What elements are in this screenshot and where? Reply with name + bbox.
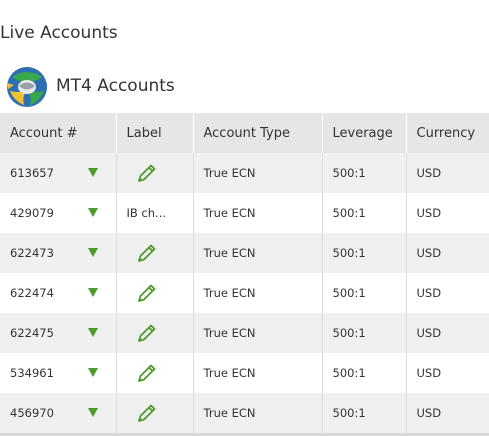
account-number: 622474: [10, 286, 54, 300]
label-cell: [116, 233, 194, 273]
currency-cell: USD: [406, 313, 489, 353]
currency-cell: USD: [406, 193, 489, 233]
table-row: 456970 True ECN 500:1 USD: [0, 393, 489, 433]
chevron-down-icon[interactable]: [88, 208, 98, 217]
page-title: Live Accounts: [0, 23, 118, 43]
account-label[interactable]: IB ch...: [127, 206, 167, 220]
account-number-cell: 622473: [0, 233, 117, 273]
chevron-down-icon[interactable]: [88, 288, 98, 297]
table-row: 622473 True ECN 500:1 USD: [0, 233, 489, 273]
currency-cell: USD: [406, 233, 489, 273]
label-cell: IB ch...: [116, 193, 194, 233]
account-type-cell: True ECN: [193, 153, 323, 193]
column-header-currency[interactable]: Currency: [406, 113, 489, 153]
mt4-accounts-title: MT4 Accounts: [56, 76, 175, 96]
leverage-cell: 500:1: [322, 353, 407, 393]
account-type-cell: True ECN: [193, 273, 323, 313]
pencil-icon[interactable]: [135, 241, 159, 265]
metatrader4-logo-icon: [7, 67, 47, 107]
accounts-table: Account # Label Account Type Leverage Cu…: [0, 113, 489, 433]
column-header-label[interactable]: Label: [116, 113, 194, 153]
chevron-down-icon[interactable]: [88, 368, 98, 377]
column-header-account-type[interactable]: Account Type: [193, 113, 323, 153]
label-cell: [116, 313, 194, 353]
column-header-leverage[interactable]: Leverage: [322, 113, 407, 153]
pencil-icon[interactable]: [135, 161, 159, 185]
account-number: 456970: [10, 406, 54, 420]
account-number: 622475: [10, 326, 54, 340]
chevron-down-icon[interactable]: [88, 168, 98, 177]
label-cell: [116, 353, 194, 393]
table-row: 534961 True ECN 500:1 USD: [0, 353, 489, 393]
account-number: 622473: [10, 246, 54, 260]
pencil-icon[interactable]: [135, 281, 159, 305]
account-number: 613657: [10, 166, 54, 180]
mt4-accounts-header: MT4 Accounts: [4, 60, 175, 112]
table-row: 622475 True ECN 500:1 USD: [0, 313, 489, 353]
leverage-cell: 500:1: [322, 233, 407, 273]
pencil-icon[interactable]: [135, 321, 159, 345]
account-type-cell: True ECN: [193, 393, 323, 433]
account-type-cell: True ECN: [193, 353, 323, 393]
account-type-cell: True ECN: [193, 233, 323, 273]
account-number-cell: 613657: [0, 153, 117, 193]
pencil-icon[interactable]: [135, 361, 159, 385]
leverage-cell: 500:1: [322, 393, 407, 433]
leverage-cell: 500:1: [322, 273, 407, 313]
table-row: 429079 IB ch... True ECN 500:1 USD: [0, 193, 489, 233]
chevron-down-icon[interactable]: [88, 408, 98, 417]
currency-cell: USD: [406, 393, 489, 433]
currency-cell: USD: [406, 273, 489, 313]
leverage-cell: 500:1: [322, 153, 407, 193]
account-number: 534961: [10, 366, 54, 380]
leverage-cell: 500:1: [322, 193, 407, 233]
table-header-row: Account # Label Account Type Leverage Cu…: [0, 113, 489, 153]
currency-cell: USD: [406, 153, 489, 193]
pencil-icon[interactable]: [135, 401, 159, 425]
label-cell: [116, 393, 194, 433]
account-number: 429079: [10, 206, 54, 220]
label-cell: [116, 273, 194, 313]
currency-cell: USD: [406, 353, 489, 393]
column-header-account[interactable]: Account #: [0, 113, 117, 153]
account-number-cell: 429079: [0, 193, 117, 233]
account-number-cell: 622475: [0, 313, 117, 353]
leverage-cell: 500:1: [322, 313, 407, 353]
label-cell: [116, 153, 194, 193]
account-type-cell: True ECN: [193, 193, 323, 233]
account-number-cell: 622474: [0, 273, 117, 313]
account-number-cell: 456970: [0, 393, 117, 433]
account-number-cell: 534961: [0, 353, 117, 393]
table-row: 622474 True ECN 500:1 USD: [0, 273, 489, 313]
table-row: 613657 True ECN 500:1 USD: [0, 153, 489, 193]
chevron-down-icon[interactable]: [88, 248, 98, 257]
account-type-cell: True ECN: [193, 313, 323, 353]
chevron-down-icon[interactable]: [88, 328, 98, 337]
